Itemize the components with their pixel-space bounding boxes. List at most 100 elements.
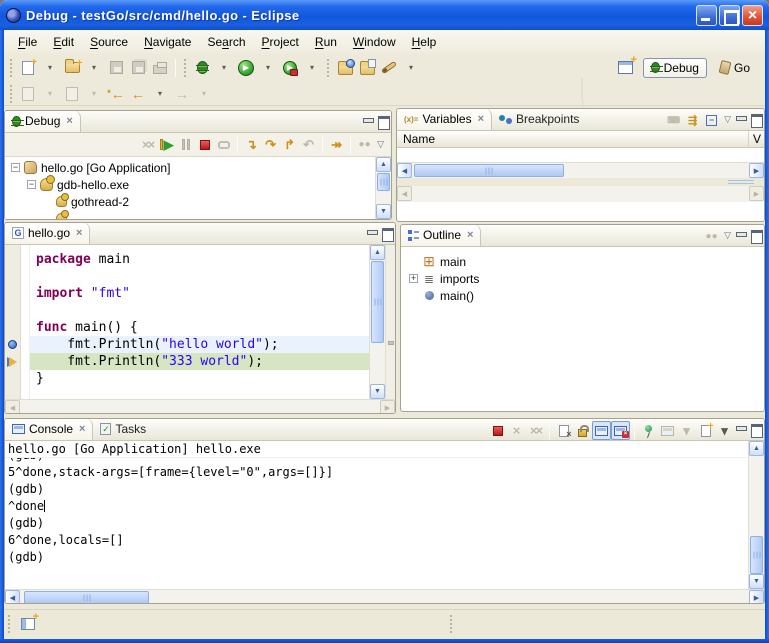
menu-item-run[interactable]: Run [307,32,345,52]
gutter-row[interactable] [5,353,20,370]
gutter-row[interactable] [5,336,20,353]
title-bar[interactable]: Debug - testGo/src/cmd/hello.go - Eclips… [0,0,769,30]
debug-launch-dropdown[interactable]: ▾ [214,58,234,78]
save-all-button[interactable] [128,58,148,78]
open-console-dropdown[interactable]: ▾ [715,421,734,440]
tab-breakpoints[interactable]: Breakpoints [492,108,586,130]
scrollbar-thumb[interactable] [414,164,564,177]
outline-row[interactable]: −main() [401,287,764,304]
code-line[interactable] [30,268,369,285]
editor-vertical-scrollbar[interactable]: ▲ ▼ [369,245,385,399]
tab-hello-go[interactable]: G hello.go × [5,222,90,244]
external-tools-dropdown[interactable]: ▾ [302,58,322,78]
open-perspective-button[interactable] [616,58,636,78]
close-icon[interactable]: × [467,229,473,241]
minimize-view-icon[interactable] [735,114,747,125]
scroll-down-icon[interactable]: ▼ [370,384,385,399]
use-step-filters-icon[interactable]: ↠ [327,135,346,154]
outline-row[interactable]: −⊞main [401,253,764,270]
display-selected-console-dropdown[interactable]: ▾ [677,421,696,440]
search-tool-button[interactable] [379,58,399,78]
close-icon[interactable]: × [478,113,484,125]
tab-tasks[interactable]: ✓ Tasks [93,418,153,440]
step-into-icon[interactable]: ↴ [242,135,261,154]
view-menu-icon[interactable]: ▽ [724,230,731,241]
scroll-right-icon[interactable]: ▶ [749,590,764,604]
scroll-left-icon[interactable]: ◀ [397,186,412,201]
debug-tree-row[interactable]: −hello.go [Go Application] [5,159,375,176]
pin-console-icon[interactable] [639,421,658,440]
new-wizard-dropdown[interactable]: ▾ [40,58,60,78]
menu-item-navigate[interactable]: Navigate [136,32,199,52]
breakpoint-icon[interactable] [8,340,17,349]
minus-expander-icon[interactable]: − [11,163,20,172]
show-type-names-icon[interactable]: ⌨ [664,111,683,130]
tab-console[interactable]: Console × [5,418,93,440]
editor-code[interactable]: package mainimport "fmt"func main() { fm… [30,245,369,399]
gutter-row[interactable] [5,251,20,268]
close-icon[interactable]: × [66,115,72,127]
editor-overview-ruler[interactable] [385,245,395,399]
last-edit-location-button[interactable]: *← [106,84,126,104]
gutter-row[interactable] [5,370,20,387]
maximize-view-icon[interactable] [750,230,762,241]
minimize-view-icon[interactable] [735,230,747,241]
gutter-row[interactable] [5,268,20,285]
scroll-lock-icon[interactable] [573,421,592,440]
link-with-editor-icon[interactable]: ●● [702,227,721,246]
forward-dropdown[interactable]: ▾ [194,84,214,104]
display-selected-console-icon[interactable] [658,421,677,440]
scroll-left-icon[interactable]: ◀ [5,590,20,604]
overview-annotation[interactable] [388,341,394,345]
code-line[interactable] [30,302,369,319]
code-line[interactable]: package main [30,251,369,268]
maximize-view-icon[interactable] [750,114,762,125]
step-over-icon[interactable]: ↷ [261,135,280,154]
show-stdout-icon[interactable] [592,421,611,440]
save-button[interactable] [106,58,126,78]
next-annotation-button[interactable] [18,84,38,104]
drop-to-frame-icon[interactable]: ↶ [299,135,318,154]
run-launch-dropdown[interactable]: ▾ [258,58,278,78]
terminate-icon[interactable] [195,135,214,154]
gutter-row[interactable] [5,319,20,336]
maximize-view-icon[interactable] [377,116,389,127]
collapse-all-icon[interactable]: − [702,111,721,130]
toolbar-drag-handle[interactable] [182,59,189,77]
previous-annotation-button[interactable] [62,84,82,104]
minimize-view-icon[interactable] [366,228,378,239]
minimize-view-icon[interactable] [362,116,374,127]
toolbar-drag-handle[interactable] [8,59,15,77]
code-line[interactable]: fmt.Println("hello world"); [30,336,369,353]
editor-gutter[interactable] [5,245,21,399]
console-output[interactable]: (gdb)5^done,stack-args=[frame={level="0"… [5,458,748,589]
tab-debug[interactable]: Debug × [5,110,81,132]
maximize-view-icon[interactable] [381,228,393,239]
tab-variables[interactable]: (x)= Variables × [397,108,492,130]
code-line[interactable]: func main() { [30,319,369,336]
print-button[interactable] [150,58,170,78]
minimize-window-button[interactable] [696,5,717,26]
next-annotation-dropdown[interactable]: ▾ [40,84,60,104]
maximize-window-button[interactable] [719,5,740,26]
menu-item-file[interactable]: File [10,32,45,52]
menu-item-window[interactable]: Window [345,32,404,52]
scroll-left-icon[interactable]: ◀ [397,163,412,178]
external-tools-button[interactable]: ▶ [280,58,300,78]
menu-item-source[interactable]: Source [82,32,136,52]
perspective-go-button[interactable]: Go [713,59,757,77]
menu-item-help[interactable]: Help [404,32,445,52]
view-management-icon[interactable]: ●● [355,135,374,154]
editor-horizontal-scrollbar[interactable]: ◀ ▶ [5,399,395,414]
resume-icon[interactable]: ▶ [157,135,176,154]
remove-all-terminated-icon[interactable]: ×× [526,421,545,440]
variables-detail-pane[interactable]: ◀ ▶ [397,186,764,202]
variables-detail-sash[interactable] [397,178,764,186]
scroll-up-icon[interactable]: ▲ [376,157,391,172]
open-type-button[interactable] [335,58,355,78]
debug-tree-row[interactable]: − [5,210,375,219]
scroll-up-icon[interactable]: ▲ [370,245,385,260]
column-name[interactable]: Name [403,132,435,146]
close-window-button[interactable] [742,5,763,26]
show-stderr-icon[interactable]: × [611,421,630,440]
